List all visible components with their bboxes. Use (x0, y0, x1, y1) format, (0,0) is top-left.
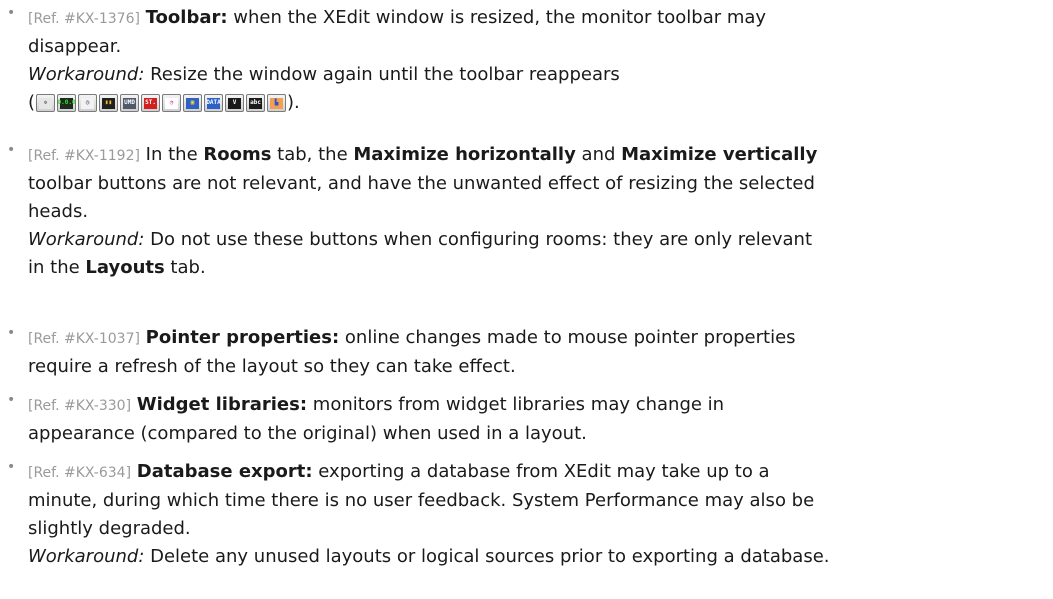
maximize-vertically-label: Maximize vertically (621, 144, 818, 165)
audio-bars-icon: ▮▮ (99, 94, 119, 112)
workaround-text: Delete any unused layouts or logical sou… (144, 546, 830, 567)
data-icon-glyph: DATA (206, 97, 221, 109)
item-line: require a refresh of the layout so they … (28, 356, 516, 377)
workaround-text: Do not use these buttons when configurin… (144, 229, 813, 250)
bullet-icon: • (7, 459, 16, 475)
bullet-icon: • (7, 392, 16, 408)
text-abc-icon: abc (246, 94, 266, 112)
workaround-label: Workaround: (28, 64, 145, 85)
umd-icon: UMD (120, 94, 140, 112)
vchip-icon: V (225, 94, 245, 112)
item-line: disappear. (28, 36, 122, 57)
issue-title: Pointer properties: (145, 327, 340, 348)
issue-text: tab. (164, 257, 206, 278)
workaround-text: Resize the window again until the toolba… (144, 64, 620, 85)
item-line: [Ref. #KX-1192] In the Rooms tab, the Ma… (28, 141, 817, 170)
item-line: toolbar buttons are not relevant, and ha… (28, 173, 815, 194)
reference-id: [Ref. #KX-634] (28, 465, 132, 481)
vu-meter-icon: 0.0.0 (57, 94, 77, 112)
video-monitor-icon-glyph: ▣ (186, 97, 200, 109)
vchip-icon-glyph: V (228, 97, 242, 109)
item-line: appearance (compared to the original) wh… (28, 423, 587, 444)
list-item: • [Ref. #KX-330] Widget libraries: monit… (0, 391, 724, 448)
reference-id: [Ref. #KX-330] (28, 398, 132, 414)
data-icon: DATA (204, 94, 224, 112)
umd-icon-glyph: UMD (123, 97, 137, 109)
issue-title: Toolbar: (145, 7, 228, 28)
issue-title: Database export: (136, 461, 313, 482)
item-line: [Ref. #KX-1376] Toolbar: when the XEdit … (28, 4, 766, 33)
maximize-horizontally-label: Maximize horizontally (353, 144, 576, 165)
gear-cluster-icon-glyph: ✲ (39, 97, 53, 109)
status-icon: ST. (141, 94, 161, 112)
analog-clock-icon-glyph: ◔ (165, 97, 179, 109)
workaround: Workaround: Delete any unused layouts or… (28, 543, 830, 571)
bullet-icon: • (7, 142, 16, 158)
issue-text: exporting a database from XEdit may take… (312, 461, 770, 482)
issue-text: monitors from widget libraries may chang… (307, 394, 725, 415)
issue-text: when the XEdit window is resized, the mo… (227, 7, 767, 28)
image-icon: ▙ (267, 94, 287, 112)
item-line: in the Layouts tab. (28, 254, 817, 282)
clock-icon-glyph: ◷ (81, 97, 95, 109)
audio-bars-icon-glyph: ▮▮ (102, 97, 116, 109)
item-line: [Ref. #KX-330] Widget libraries: monitor… (28, 391, 724, 420)
status-icon-glyph: ST. (144, 97, 158, 109)
item-line: heads. (28, 201, 89, 222)
reference-id: [Ref. #KX-1192] (28, 148, 140, 164)
issue-text: in the (28, 257, 86, 278)
item-line: [Ref. #KX-634] Database export: exportin… (28, 458, 830, 487)
video-monitor-icon: ▣ (183, 94, 203, 112)
list-item: • [Ref. #KX-1037] Pointer properties: on… (0, 324, 796, 381)
list-item: • [Ref. #KX-1192] In the Rooms tab, the … (0, 141, 817, 282)
analog-clock-icon: ◔ (162, 94, 182, 112)
issue-text: and (575, 144, 622, 165)
monitor-toolbar-icons: ✲ 0.0.0 ◷ ▮▮ UMD ST. ◔ ▣ DATA Vabc ▙ (36, 94, 287, 112)
clock-icon: ◷ (78, 94, 98, 112)
issue-title: Widget libraries: (136, 394, 308, 415)
rooms-tab-label: Rooms (203, 144, 272, 165)
workaround-label: Workaround: (28, 546, 145, 567)
paren-open: ( (28, 92, 36, 113)
bullet-icon: • (7, 325, 16, 341)
layouts-tab-label: Layouts (85, 257, 165, 278)
image-icon-glyph: ▙ (270, 97, 284, 109)
list-item: • [Ref. #KX-634] Database export: export… (0, 458, 830, 571)
item-line: minute, during which time there is no us… (28, 490, 815, 511)
reference-id: [Ref. #KX-1037] (28, 331, 140, 347)
paren-close: ). (287, 92, 300, 113)
workaround: Workaround: Do not use these buttons whe… (28, 226, 817, 254)
toolbar-icons-line: (✲ 0.0.0 ◷ ▮▮ UMD ST. ◔ ▣ DATA Vabc ▙). (28, 89, 766, 117)
issue-text: online changes made to mouse pointer pro… (339, 327, 796, 348)
list-item: • [Ref. #KX-1376] Toolbar: when the XEdi… (0, 4, 766, 117)
gear-cluster-icon: ✲ (36, 94, 56, 112)
item-line: [Ref. #KX-1037] Pointer properties: onli… (28, 324, 796, 353)
text-abc-icon-glyph: abc (249, 97, 263, 109)
item-line: slightly degraded. (28, 518, 191, 539)
issue-text: In the (139, 144, 204, 165)
issue-text: tab, the (271, 144, 354, 165)
workaround: Workaround: Resize the window again unti… (28, 61, 766, 89)
vu-meter-icon-glyph: 0.0.0 (58, 97, 75, 109)
reference-id: [Ref. #KX-1376] (28, 11, 140, 27)
bullet-icon: • (7, 5, 16, 21)
workaround-label: Workaround: (28, 229, 145, 250)
